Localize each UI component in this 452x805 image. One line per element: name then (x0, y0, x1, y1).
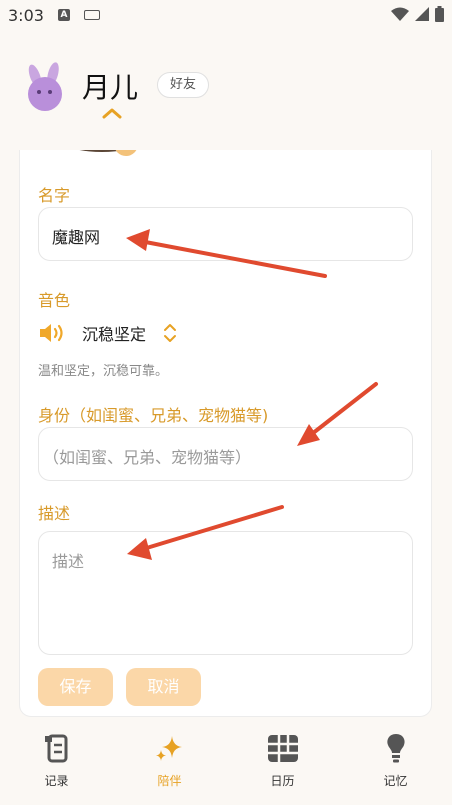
character-form-card: 名字 魔趣网 音色 沉稳坚定 温和坚定，沉稳可靠。 身份（如闺蜜、兄弟、宠物猫等… (19, 150, 432, 717)
tab-calendar-label: 日历 (270, 774, 295, 788)
chevron-up-icon[interactable] (102, 106, 122, 120)
character-header: 月儿 好友 (0, 52, 452, 132)
tab-memory[interactable]: 记忆 (339, 728, 452, 805)
tab-memory-label: 记忆 (383, 774, 408, 788)
tab-companion[interactable]: 陪伴 (113, 728, 226, 805)
lightbulb-icon (386, 734, 405, 763)
avatar-preview-partial (79, 150, 137, 156)
name-label: 名字 (38, 186, 71, 205)
speaker-icon (40, 324, 63, 342)
tab-companion-label: 陪伴 (157, 774, 182, 788)
name-input-value: 魔趣网 (52, 228, 101, 247)
tab-records-label: 记录 (44, 774, 69, 788)
status-bar: 3:03 A (0, 0, 452, 32)
notification-a-icon: A (58, 9, 70, 21)
status-time: 3:03 (8, 6, 44, 25)
bunny-avatar[interactable] (20, 62, 70, 112)
tab-calendar[interactable]: 日历 (226, 728, 339, 805)
sparkle-icon (155, 736, 182, 761)
description-label: 描述 (38, 504, 71, 523)
voice-selector[interactable]: 沉稳坚定 (38, 318, 178, 348)
voice-description: 温和坚定，沉稳可靠。 (38, 364, 169, 379)
identity-input-placeholder: （如闺蜜、兄弟、宠物猫等） (43, 448, 252, 467)
scroll-icon (44, 734, 67, 763)
save-button[interactable]: 保存 (38, 668, 113, 706)
character-name: 月儿 (82, 71, 139, 104)
identity-label: 身份（如闺蜜、兄弟、宠物猫等) (38, 406, 269, 425)
description-placeholder: 描述 (52, 552, 85, 571)
keyboard-icon (84, 10, 100, 20)
battery-icon (435, 6, 444, 22)
voice-label: 音色 (38, 291, 71, 310)
tab-records[interactable]: 记录 (0, 728, 113, 805)
identity-input[interactable]: （如闺蜜、兄弟、宠物猫等） (38, 427, 413, 481)
calendar-grid-icon (267, 735, 298, 762)
voice-name: 沉稳坚定 (82, 325, 147, 344)
signal-icon (415, 7, 429, 21)
cancel-button[interactable]: 取消 (126, 668, 201, 706)
chevron-up-down-icon[interactable] (162, 322, 178, 344)
name-input[interactable]: 魔趣网 (38, 207, 413, 261)
relation-badge: 好友 (157, 72, 210, 98)
bottom-tab-bar: 记录 陪伴 日历 记忆 (0, 728, 452, 805)
description-textarea[interactable]: 描述 (38, 531, 413, 655)
wifi-icon (391, 7, 409, 21)
status-icons (391, 6, 444, 22)
